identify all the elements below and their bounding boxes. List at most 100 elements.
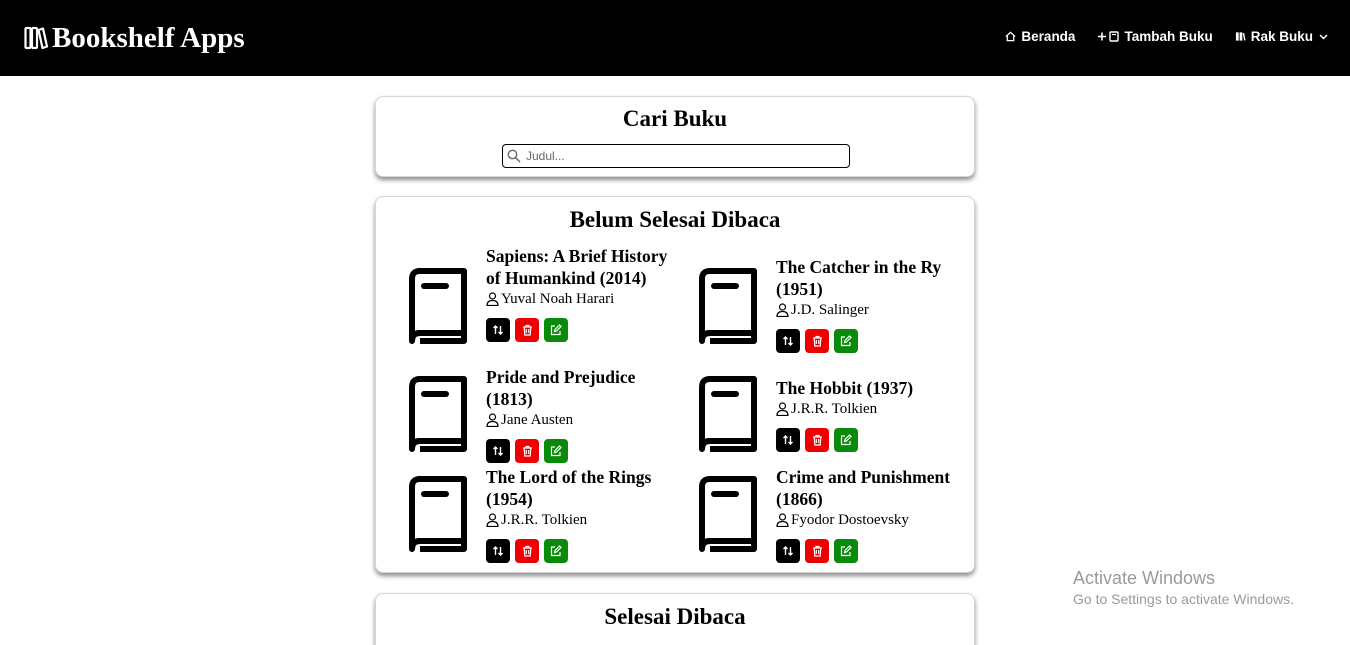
delete-book-button[interactable] xyxy=(515,318,539,342)
app-title: Bookshelf Apps xyxy=(52,22,245,54)
edit-icon xyxy=(840,335,852,347)
book-item: The Hobbit (1937) J.R.R. Tolkien xyxy=(666,366,956,466)
navbar: Bookshelf Apps Beranda Tambah Buku Rak B… xyxy=(0,0,1350,76)
search-card: Cari Buku xyxy=(375,96,975,177)
plus-book-icon xyxy=(1098,31,1120,42)
trash-icon xyxy=(812,335,822,347)
book-actions xyxy=(776,329,961,353)
book-actions xyxy=(486,318,671,342)
edit-book-button[interactable] xyxy=(544,318,568,342)
swap-icon xyxy=(493,325,503,335)
search-title: Cari Buku xyxy=(622,106,728,131)
book-item: Sapiens: A Brief History of Humankind (2… xyxy=(376,245,667,365)
book-author-name: J.R.R. Tolkien xyxy=(501,512,588,528)
windows-watermark: Activate Windows Go to Settings to activ… xyxy=(1073,567,1294,609)
search-box[interactable] xyxy=(502,144,850,168)
brand[interactable]: Bookshelf Apps xyxy=(24,20,245,56)
book-title: The Lord of the Rings (1954) xyxy=(486,467,652,509)
delete-book-button[interactable] xyxy=(515,439,539,463)
book-author: Jane Austen xyxy=(486,410,671,430)
user-icon xyxy=(486,513,499,527)
book-icon xyxy=(699,268,757,344)
swap-icon xyxy=(783,336,793,346)
book-actions xyxy=(486,539,671,563)
home-icon xyxy=(1005,31,1016,42)
delete-book-button[interactable] xyxy=(805,428,829,452)
book-author-name: Jane Austen xyxy=(501,412,574,428)
book-author-name: J.D. Salinger xyxy=(791,302,869,318)
book-list: Sapiens: A Brief History of Humankind (2… xyxy=(376,197,976,574)
move-book-button[interactable] xyxy=(776,539,800,563)
swap-icon xyxy=(493,546,503,556)
chevron-down-icon xyxy=(1319,33,1328,40)
edit-book-button[interactable] xyxy=(544,539,568,563)
book-author-name: Fyodor Dostoevsky xyxy=(791,512,909,528)
trash-icon xyxy=(812,545,822,557)
nav-tambah-buku[interactable]: Tambah Buku xyxy=(1097,29,1213,44)
nav-beranda-label: Beranda xyxy=(1021,29,1076,44)
user-icon xyxy=(776,303,789,317)
book-author-name: Yuval Noah Harari xyxy=(501,291,615,307)
watermark-title: Activate Windows xyxy=(1073,568,1216,588)
watermark-subtitle: Go to Settings to activate Windows. xyxy=(1073,591,1294,607)
swap-icon xyxy=(783,546,793,556)
book-item: The Lord of the Rings (1954) J.R.R. Tolk… xyxy=(376,466,666,566)
move-book-button[interactable] xyxy=(486,539,510,563)
delete-book-button[interactable] xyxy=(805,329,829,353)
nav-menu: Beranda Tambah Buku Rak Buku xyxy=(983,29,1328,44)
nav-beranda[interactable]: Beranda xyxy=(1005,29,1075,44)
book-title: The Hobbit (1937) xyxy=(776,378,914,398)
book-info: The Catcher in the Ry (1951) J.D. Saling… xyxy=(776,256,961,353)
user-icon xyxy=(776,513,789,527)
search-input[interactable] xyxy=(526,149,826,163)
swap-icon xyxy=(493,446,503,456)
edit-book-button[interactable] xyxy=(834,428,858,452)
search-icon xyxy=(507,149,521,163)
edit-icon xyxy=(550,545,562,557)
edit-icon xyxy=(840,545,852,557)
read-books-card: Selesai Dibaca xyxy=(375,593,975,645)
delete-book-button[interactable] xyxy=(805,539,829,563)
edit-book-button[interactable] xyxy=(834,329,858,353)
book-item: Pride and Prejudice (1813) Jane Austen xyxy=(376,366,666,466)
move-book-button[interactable] xyxy=(486,318,510,342)
books-logo-icon xyxy=(24,26,48,50)
book-author-name: J.R.R. Tolkien xyxy=(791,401,878,417)
book-title: Pride and Prejudice (1813) xyxy=(486,367,636,409)
book-actions xyxy=(486,439,671,463)
nav-rak-buku[interactable]: Rak Buku xyxy=(1235,29,1328,44)
book-info: Crime and Punishment (1866) Fyodor Dosto… xyxy=(776,466,961,563)
book-info: Sapiens: A Brief History of Humankind (2… xyxy=(486,245,671,342)
trash-icon xyxy=(812,434,822,446)
book-author: J.D. Salinger xyxy=(776,300,961,320)
book-title: The Catcher in the Ry (1951) xyxy=(776,257,942,299)
book-item: Crime and Punishment (1866) Fyodor Dosto… xyxy=(666,466,956,566)
book-item: The Catcher in the Ry (1951) J.D. Saling… xyxy=(666,245,956,365)
nav-tambah-buku-label: Tambah Buku xyxy=(1124,29,1213,44)
unread-books-card: Belum Selesai Dibaca Sapiens: A Brief Hi… xyxy=(375,196,975,573)
book-author: Fyodor Dostoevsky xyxy=(776,510,961,530)
nav-rak-buku-label: Rak Buku xyxy=(1250,29,1313,44)
edit-book-button[interactable] xyxy=(834,539,858,563)
book-icon xyxy=(409,376,467,452)
user-icon xyxy=(776,402,789,416)
book-actions xyxy=(776,539,961,563)
delete-book-button[interactable] xyxy=(515,539,539,563)
move-book-button[interactable] xyxy=(776,329,800,353)
move-book-button[interactable] xyxy=(486,439,510,463)
edit-book-button[interactable] xyxy=(544,439,568,463)
book-info: The Lord of the Rings (1954) J.R.R. Tolk… xyxy=(486,466,671,563)
move-book-button[interactable] xyxy=(776,428,800,452)
book-icon xyxy=(409,476,467,552)
swap-icon xyxy=(783,435,793,445)
book-icon xyxy=(699,476,757,552)
edit-icon xyxy=(550,324,562,336)
book-icon xyxy=(409,268,467,344)
book-author: Yuval Noah Harari xyxy=(486,289,671,309)
book-info: Pride and Prejudice (1813) Jane Austen xyxy=(486,366,671,463)
book-author: J.R.R. Tolkien xyxy=(776,399,961,419)
trash-icon xyxy=(522,324,532,336)
book-info: The Hobbit (1937) J.R.R. Tolkien xyxy=(776,377,961,452)
book-author: J.R.R. Tolkien xyxy=(486,510,671,530)
book-title: Crime and Punishment (1866) xyxy=(776,467,951,509)
